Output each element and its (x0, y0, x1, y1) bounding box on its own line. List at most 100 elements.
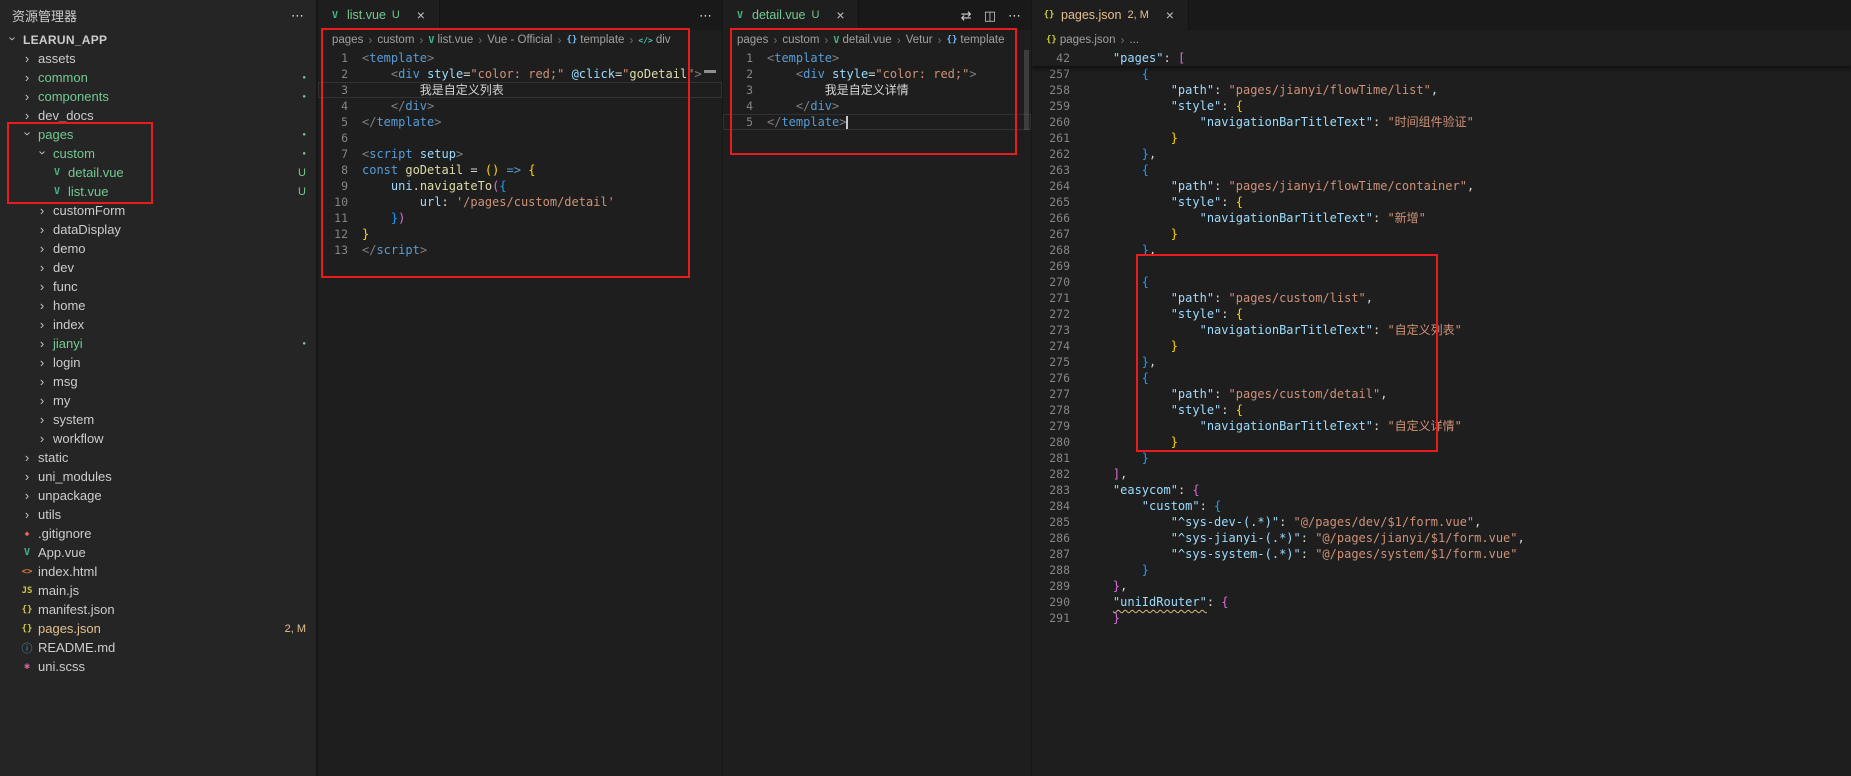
tree-file-app-vue[interactable]: VApp.vue (0, 543, 316, 562)
code-line-288[interactable]: 288 } (1032, 562, 1851, 578)
code-line-279[interactable]: 279 "navigationBarTitleText": "自定义详情" (1032, 418, 1851, 434)
tree-file-list-vue[interactable]: Vlist.vueU (0, 182, 316, 201)
tree-folder-assets[interactable]: ›assets (0, 49, 316, 68)
code-line-281[interactable]: 281 } (1032, 450, 1851, 466)
tree-folder-jianyi[interactable]: ›jianyi● (0, 334, 316, 353)
code-line-273[interactable]: 273 "navigationBarTitleText": "自定义列表" (1032, 322, 1851, 338)
tree-folder-unpackage[interactable]: ›unpackage (0, 486, 316, 505)
more-actions-icon[interactable]: ⋯ (291, 9, 304, 22)
code-line-283[interactable]: 283 "easycom": { (1032, 482, 1851, 498)
code-editor-pages-json[interactable]: 42 "pages": [ 257 {258 "path": "pages/ji… (1032, 50, 1851, 776)
tree-file-pages-json[interactable]: {}pages.json2, M (0, 619, 316, 638)
close-icon[interactable]: × (413, 7, 429, 23)
code-line-4[interactable]: 4 </div> (723, 98, 1031, 114)
tree-folder-msg[interactable]: ›msg (0, 372, 316, 391)
tree-folder-custom[interactable]: ›custom● (0, 144, 316, 163)
tree-folder-login[interactable]: ›login (0, 353, 316, 372)
code-line-10[interactable]: 10 url: '/pages/custom/detail' (318, 194, 722, 210)
code-line-291[interactable]: 291 } (1032, 610, 1851, 626)
breadcrumb-item[interactable]: pages (332, 34, 363, 46)
code-line-275[interactable]: 275 }, (1032, 354, 1851, 370)
code-line-263[interactable]: 263 { (1032, 162, 1851, 178)
tree-file-index-html[interactable]: <>index.html (0, 562, 316, 581)
breadcrumb-item[interactable]: template (960, 34, 1004, 46)
tree-folder-common[interactable]: ›common● (0, 68, 316, 87)
code-line-266[interactable]: 266 "navigationBarTitleText": "新增" (1032, 210, 1851, 226)
tree-folder-demo[interactable]: ›demo (0, 239, 316, 258)
code-line-267[interactable]: 267 } (1032, 226, 1851, 242)
vertical-scrollbar[interactable] (1024, 50, 1029, 130)
breadcrumb-item[interactable]: pages.json (1060, 34, 1116, 46)
tree-folder-func[interactable]: ›func (0, 277, 316, 296)
code-editor-list-vue[interactable]: 1<template>2 <div style="color: red;" @c… (318, 50, 722, 776)
breadcrumb-item[interactable]: ... (1129, 34, 1139, 46)
breadcrumb-item[interactable]: pages (737, 34, 768, 46)
code-line-7[interactable]: 7<script setup> (318, 146, 722, 162)
close-icon[interactable]: × (832, 7, 848, 23)
code-line-284[interactable]: 284 "custom": { (1032, 498, 1851, 514)
breadcrumb-item[interactable]: custom (377, 34, 414, 46)
tree-file-gitignore[interactable]: ◆.gitignore (0, 524, 316, 543)
code-line-274[interactable]: 274 } (1032, 338, 1851, 354)
tree-file-uni-scss[interactable]: ✱uni.scss (0, 657, 316, 676)
code-line-262[interactable]: 262 }, (1032, 146, 1851, 162)
breadcrumb-item[interactable]: Vetur (906, 34, 933, 46)
code-line-11[interactable]: 11 }) (318, 210, 722, 226)
close-icon[interactable]: × (1162, 7, 1178, 23)
more-actions-icon[interactable]: ⋯ (1008, 9, 1021, 22)
tree-file-readme-md[interactable]: ⓘREADME.md (0, 638, 316, 657)
code-line-280[interactable]: 280 } (1032, 434, 1851, 450)
tree-folder-utils[interactable]: ›utils (0, 505, 316, 524)
breadcrumb-item[interactable]: Vue - Official (487, 34, 552, 46)
code-line-2[interactable]: 2 <div style="color: red;" @click="goDet… (318, 66, 722, 82)
tab-pages-json[interactable]: {} pages.json 2, M × (1032, 0, 1189, 30)
code-editor-detail-vue[interactable]: 1<template>2 <div style="color: red;">3 … (723, 50, 1031, 776)
breadcrumb-item[interactable]: template (580, 34, 624, 46)
tree-folder-dev[interactable]: ›dev (0, 258, 316, 277)
tab-detail-vue[interactable]: V detail.vue U × (723, 0, 859, 30)
code-line-282[interactable]: 282 ], (1032, 466, 1851, 482)
code-line-5[interactable]: 5</template> (723, 114, 1031, 130)
code-line-271[interactable]: 271 "path": "pages/custom/list", (1032, 290, 1851, 306)
tree-folder-home[interactable]: ›home (0, 296, 316, 315)
tree-folder-workflow[interactable]: ›workflow (0, 429, 316, 448)
code-line-289[interactable]: 289 }, (1032, 578, 1851, 594)
tree-file-manifest-json[interactable]: {}manifest.json (0, 600, 316, 619)
code-line-9[interactable]: 9 uni.navigateTo({ (318, 178, 722, 194)
code-line-5[interactable]: 5</template> (318, 114, 722, 130)
code-line-8[interactable]: 8const goDetail = () => { (318, 162, 722, 178)
code-line-290[interactable]: 290 "uniIdRouter": { (1032, 594, 1851, 610)
code-line-3[interactable]: 3 我是自定义详情 (723, 82, 1031, 98)
split-editor-icon[interactable]: ◫ (984, 9, 996, 22)
code-line-259[interactable]: 259 "style": { (1032, 98, 1851, 114)
code-line-257[interactable]: 257 { (1032, 66, 1851, 82)
code-line-265[interactable]: 265 "style": { (1032, 194, 1851, 210)
tree-folder-components[interactable]: ›components● (0, 87, 316, 106)
code-line-272[interactable]: 272 "style": { (1032, 306, 1851, 322)
tree-folder-index[interactable]: ›index (0, 315, 316, 334)
code-line-270[interactable]: 270 { (1032, 274, 1851, 290)
tree-file-main-js[interactable]: JSmain.js (0, 581, 316, 600)
tree-folder-customform[interactable]: ›customForm (0, 201, 316, 220)
tree-folder-my[interactable]: ›my (0, 391, 316, 410)
tree-file-detail-vue[interactable]: Vdetail.vueU (0, 163, 316, 182)
code-line-286[interactable]: 286 "^sys-jianyi-(.*)": "@/pages/jianyi/… (1032, 530, 1851, 546)
breadcrumb-item[interactable]: list.vue (437, 34, 473, 46)
code-line-4[interactable]: 4 </div> (318, 98, 722, 114)
breadcrumb-item[interactable]: custom (782, 34, 819, 46)
code-line-269[interactable]: 269 (1032, 258, 1851, 274)
breadcrumb-item[interactable]: div (656, 34, 671, 46)
tab-list-vue[interactable]: V list.vue U × (318, 0, 440, 30)
tree-folder-uni-modules[interactable]: ›uni_modules (0, 467, 316, 486)
code-line-1[interactable]: 1<template> (723, 50, 1031, 66)
tree-folder-pages[interactable]: ›pages● (0, 125, 316, 144)
code-line-278[interactable]: 278 "style": { (1032, 402, 1851, 418)
code-line-3[interactable]: 3 我是自定义列表 (318, 82, 722, 98)
breadcrumb-item[interactable]: detail.vue (842, 34, 891, 46)
sticky-scroll-line[interactable]: 42 "pages": [ (1032, 50, 1851, 66)
open-changes-icon[interactable]: ⇄ (961, 9, 972, 22)
code-line-6[interactable]: 6 (318, 130, 722, 146)
code-line-287[interactable]: 287 "^sys-system-(.*)": "@/pages/system/… (1032, 546, 1851, 562)
tree-folder-static[interactable]: ›static (0, 448, 316, 467)
code-line-276[interactable]: 276 { (1032, 370, 1851, 386)
